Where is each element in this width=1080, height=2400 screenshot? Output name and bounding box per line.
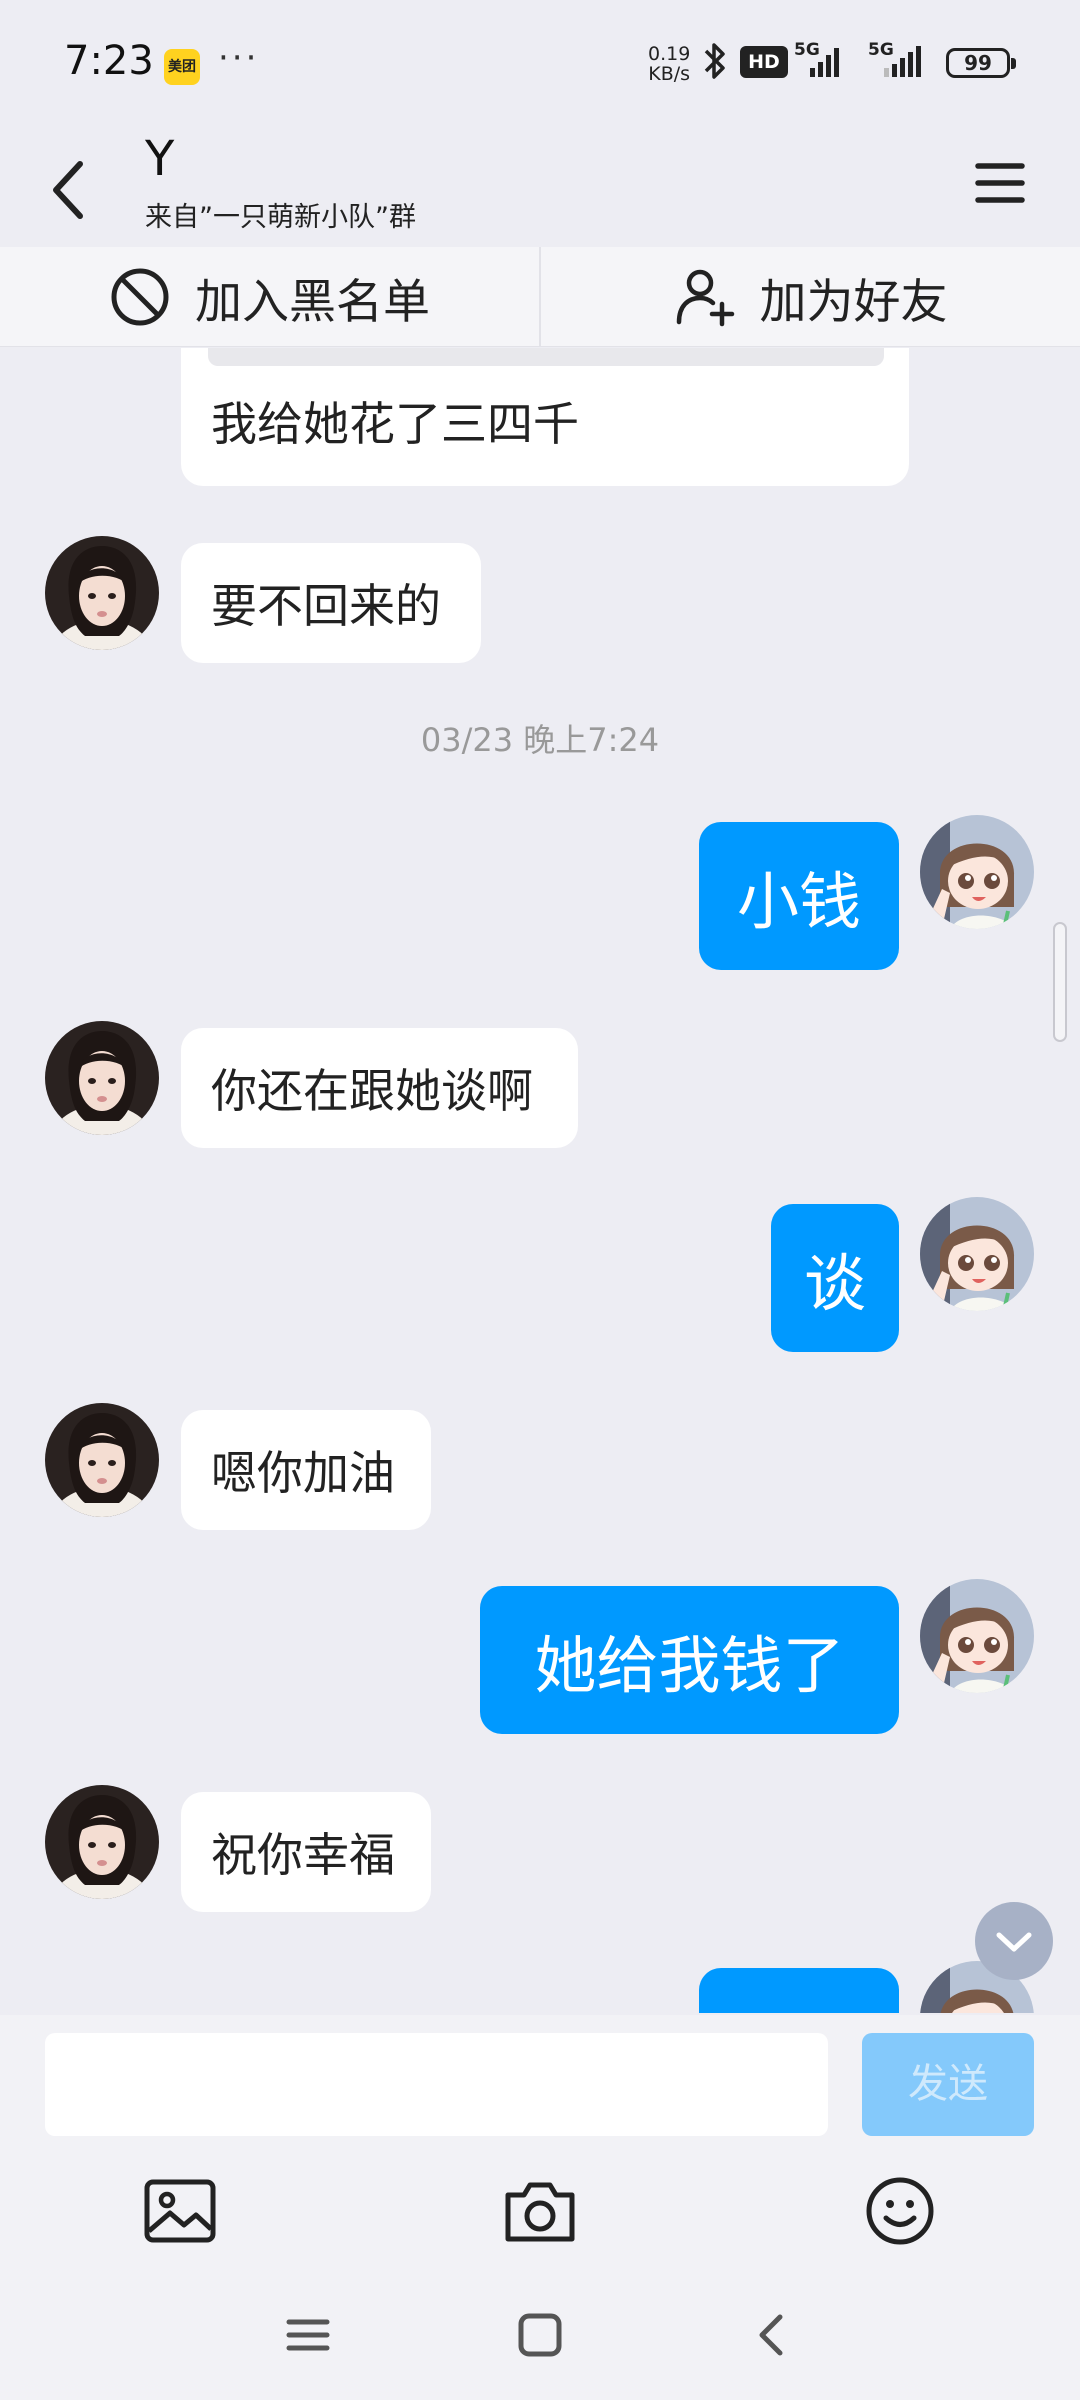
- message-bubble-received[interactable]: 嗯你加油: [181, 1410, 431, 1530]
- hd-voice-icon: HD: [740, 46, 788, 78]
- camera-icon: [505, 2182, 575, 2242]
- message-text: 祝你幸福: [211, 1828, 395, 1882]
- block-icon: [111, 268, 169, 326]
- network-speed-unit: KB/s: [648, 63, 691, 85]
- message-bubble-received[interactable]: 我给她花了三四千: [181, 348, 909, 486]
- message-bubble-sent[interactable]: 她给我钱了: [480, 1586, 899, 1734]
- message-timestamp: 03/23 晚上7:24: [420, 721, 660, 759]
- my-avatar[interactable]: [920, 815, 1034, 929]
- my-avatar[interactable]: [920, 1197, 1034, 1311]
- signal-icon: 5G: [794, 40, 844, 84]
- message-bubble-received[interactable]: 祝你幸福: [181, 1792, 431, 1912]
- chevron-left-icon: [53, 161, 83, 219]
- home-button[interactable]: [510, 2305, 570, 2365]
- contact-name: Y: [145, 131, 175, 187]
- block-label: 加入黑名单: [195, 274, 430, 330]
- emoji-button[interactable]: [860, 2175, 940, 2247]
- chevron-left-icon: [759, 2314, 783, 2356]
- hamburger-menu-icon: [975, 163, 1025, 203]
- status-time: 7:23: [64, 38, 154, 84]
- input-toolbar: [0, 2150, 1080, 2265]
- my-avatar[interactable]: [920, 1579, 1034, 1693]
- menu-button[interactable]: [970, 147, 1030, 217]
- status-bar: 7:23 美团 ··· 0.19 KB/s HD 5G 5G 99: [0, 0, 1080, 125]
- message-list[interactable]: 我给她花了三四千 要不回来的 03/23 晚上7:24 小钱 你还在跟她谈啊 谈…: [0, 348, 1080, 2013]
- emoji-icon: [866, 2177, 934, 2245]
- message-bubble-sent[interactable]: 小钱: [699, 822, 899, 970]
- image-icon: [144, 2179, 216, 2243]
- chat-header: Y 来自”一只萌新小队”群: [0, 125, 1080, 245]
- contact-avatar[interactable]: [45, 1785, 159, 1899]
- battery-icon: 99: [946, 48, 1016, 78]
- message-text: 要不回来的: [211, 579, 441, 633]
- contact-avatar[interactable]: [45, 536, 159, 650]
- message-bubble-sent[interactable]: 谈: [771, 1204, 899, 1352]
- menu-icon: [286, 2319, 330, 2351]
- add-user-icon: [676, 269, 734, 327]
- network-speed: 0.19 KB/s: [648, 44, 690, 84]
- back-button[interactable]: [38, 137, 108, 227]
- contact-source: 来自”一只萌新小队”群: [145, 202, 416, 233]
- message-input[interactable]: [45, 2033, 828, 2136]
- message-text: 小钱: [736, 865, 861, 938]
- quoted-content: [208, 348, 884, 366]
- stranger-action-bar: 加入黑名单 加为好友: [0, 247, 1080, 347]
- recents-button[interactable]: [278, 2305, 338, 2365]
- message-bubble-received[interactable]: 要不回来的: [181, 543, 481, 663]
- add-friend-label: 加为好友: [759, 274, 948, 330]
- message-text: 幸福: [737, 1997, 861, 2013]
- system-nav-bar: [0, 2265, 1080, 2400]
- message-text: 你还在跟她谈啊: [211, 1064, 533, 1118]
- square-icon: [518, 2313, 562, 2357]
- input-bar: 发送: [0, 2015, 1080, 2150]
- signal-icon-2: 5G: [868, 40, 930, 84]
- send-button[interactable]: 发送: [862, 2033, 1034, 2136]
- message-bubble-sent[interactable]: 幸福: [699, 1968, 899, 2013]
- block-button[interactable]: 加入黑名单: [0, 247, 539, 347]
- image-button[interactable]: [140, 2175, 220, 2247]
- message-text: 谈: [803, 1247, 866, 1320]
- bluetooth-icon: [700, 40, 730, 86]
- camera-button[interactable]: [500, 2175, 580, 2247]
- scroll-to-bottom-button[interactable]: [975, 1902, 1053, 1980]
- network-speed-value: 0.19: [648, 43, 691, 65]
- message-text: 我给她花了三四千: [211, 397, 579, 451]
- add-friend-button[interactable]: 加为好友: [541, 247, 1080, 347]
- chevron-down-icon: [996, 1932, 1032, 1952]
- message-text: 她给我钱了: [534, 1629, 845, 1702]
- more-notifications-icon: ···: [218, 38, 260, 78]
- system-back-button[interactable]: [742, 2305, 802, 2365]
- message-text: 嗯你加油: [211, 1446, 395, 1500]
- scrollbar[interactable]: [1053, 922, 1067, 1042]
- message-bubble-received[interactable]: 你还在跟她谈啊: [181, 1028, 578, 1148]
- contact-avatar[interactable]: [45, 1403, 159, 1517]
- meituan-app-icon: 美团: [164, 49, 200, 85]
- contact-avatar[interactable]: [45, 1021, 159, 1135]
